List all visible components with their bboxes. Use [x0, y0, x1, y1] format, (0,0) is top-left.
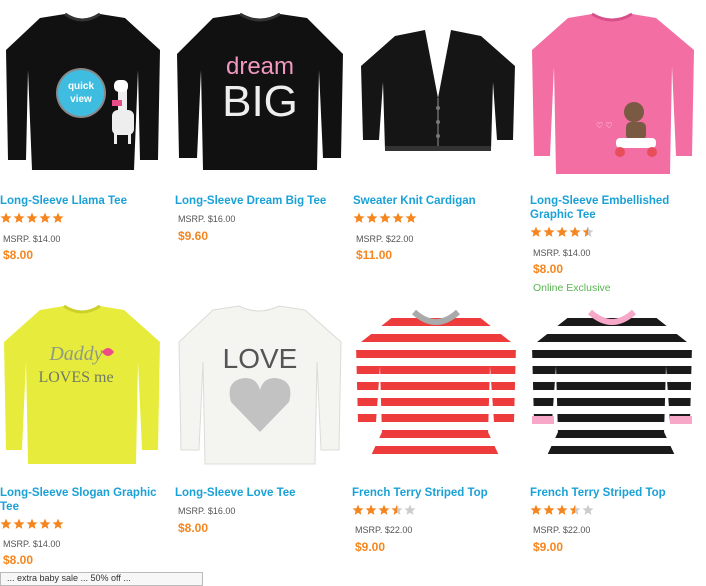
- product-title[interactable]: Long-Sleeve Dream Big Tee: [175, 194, 350, 208]
- msrp-price: MSRP. $22.00: [355, 525, 413, 535]
- rating-stars: [530, 226, 594, 240]
- star-icon: [365, 504, 377, 515]
- star-icon: [353, 212, 365, 223]
- msrp-price: MSRP. $14.00: [3, 234, 61, 244]
- star-icon: [543, 226, 555, 237]
- star-icon: [582, 226, 594, 237]
- msrp-price: MSRP. $22.00: [533, 525, 591, 535]
- rating-stars: [0, 212, 64, 226]
- star-icon: [530, 504, 542, 515]
- product-image[interactable]: [352, 302, 522, 472]
- product-title[interactable]: Sweater Knit Cardigan: [353, 194, 528, 208]
- star-icon: [379, 212, 391, 223]
- msrp-price: MSRP. $14.00: [3, 539, 61, 549]
- star-icon: [352, 504, 364, 515]
- star-icon: [39, 518, 51, 529]
- sale-price: $9.00: [355, 540, 386, 554]
- star-icon: [404, 504, 416, 515]
- star-icon: [582, 504, 594, 515]
- sale-price: $11.00: [356, 248, 393, 262]
- star-icon: [392, 212, 404, 223]
- star-icon: [52, 212, 64, 223]
- star-icon: [405, 212, 417, 223]
- product-title[interactable]: Long-Sleeve Love Tee: [175, 486, 350, 500]
- star-icon: [26, 518, 38, 529]
- msrp-price: MSRP. $16.00: [178, 214, 236, 224]
- star-icon: [391, 504, 403, 515]
- star-icon: [13, 518, 25, 529]
- product-image[interactable]: Daddy LOVES me: [0, 302, 170, 472]
- promo-bar[interactable]: ... extra baby sale ... 50% off ...: [0, 572, 203, 586]
- shirt-text-top: dream: [226, 53, 294, 80]
- star-icon: [26, 212, 38, 223]
- product-title[interactable]: Long-Sleeve Embellished Graphic Tee: [530, 194, 700, 222]
- svg-text:♡ ♡: ♡ ♡: [596, 121, 613, 130]
- product-image[interactable]: [353, 10, 523, 180]
- msrp-price: MSRP. $22.00: [356, 234, 414, 244]
- product-title[interactable]: French Terry Striped Top: [530, 486, 705, 500]
- sale-price: $8.00: [178, 521, 209, 535]
- shirt-text-top: Daddy: [48, 343, 102, 365]
- star-icon: [569, 504, 581, 515]
- product-image[interactable]: quick view: [0, 10, 170, 180]
- online-exclusive-badge: Online Exclusive: [533, 282, 611, 294]
- quick-view-button[interactable]: quick view: [58, 70, 104, 116]
- star-icon: [39, 212, 51, 223]
- product-title[interactable]: Long-Sleeve Llama Tee: [0, 194, 175, 208]
- star-icon: [378, 504, 390, 515]
- star-icon: [569, 226, 581, 237]
- shirt-text-top: LOVE: [223, 343, 298, 374]
- rating-stars: [352, 504, 416, 518]
- rating-stars: [353, 212, 417, 226]
- product-image[interactable]: LOVE: [175, 302, 345, 472]
- sale-price: $9.00: [533, 540, 564, 554]
- shirt-text-bottom: BIG: [222, 77, 298, 126]
- star-icon: [556, 226, 568, 237]
- star-icon: [52, 518, 64, 529]
- rating-stars: [0, 518, 64, 532]
- product-image[interactable]: dream BIG: [175, 10, 345, 180]
- star-icon: [556, 504, 568, 515]
- msrp-price: MSRP. $14.00: [533, 248, 591, 258]
- rating-stars: [530, 504, 594, 518]
- shirt-text-bottom: LOVES me: [38, 369, 113, 386]
- product-image[interactable]: ♡ ♡: [530, 10, 700, 180]
- quick-view-label: quick view: [67, 81, 95, 105]
- sale-price: $8.00: [3, 553, 34, 567]
- star-icon: [366, 212, 378, 223]
- star-icon: [0, 518, 12, 529]
- star-icon: [543, 504, 555, 515]
- sale-price: $8.00: [533, 262, 564, 276]
- star-icon: [530, 226, 542, 237]
- sale-price: $9.60: [178, 229, 209, 243]
- product-image[interactable]: [530, 302, 700, 472]
- star-icon: [0, 212, 12, 223]
- msrp-price: MSRP. $16.00: [178, 506, 236, 516]
- sale-price: $8.00: [3, 248, 34, 262]
- product-title[interactable]: French Terry Striped Top: [352, 486, 527, 500]
- product-title[interactable]: Long-Sleeve Slogan Graphic Tee: [0, 486, 160, 514]
- star-icon: [13, 212, 25, 223]
